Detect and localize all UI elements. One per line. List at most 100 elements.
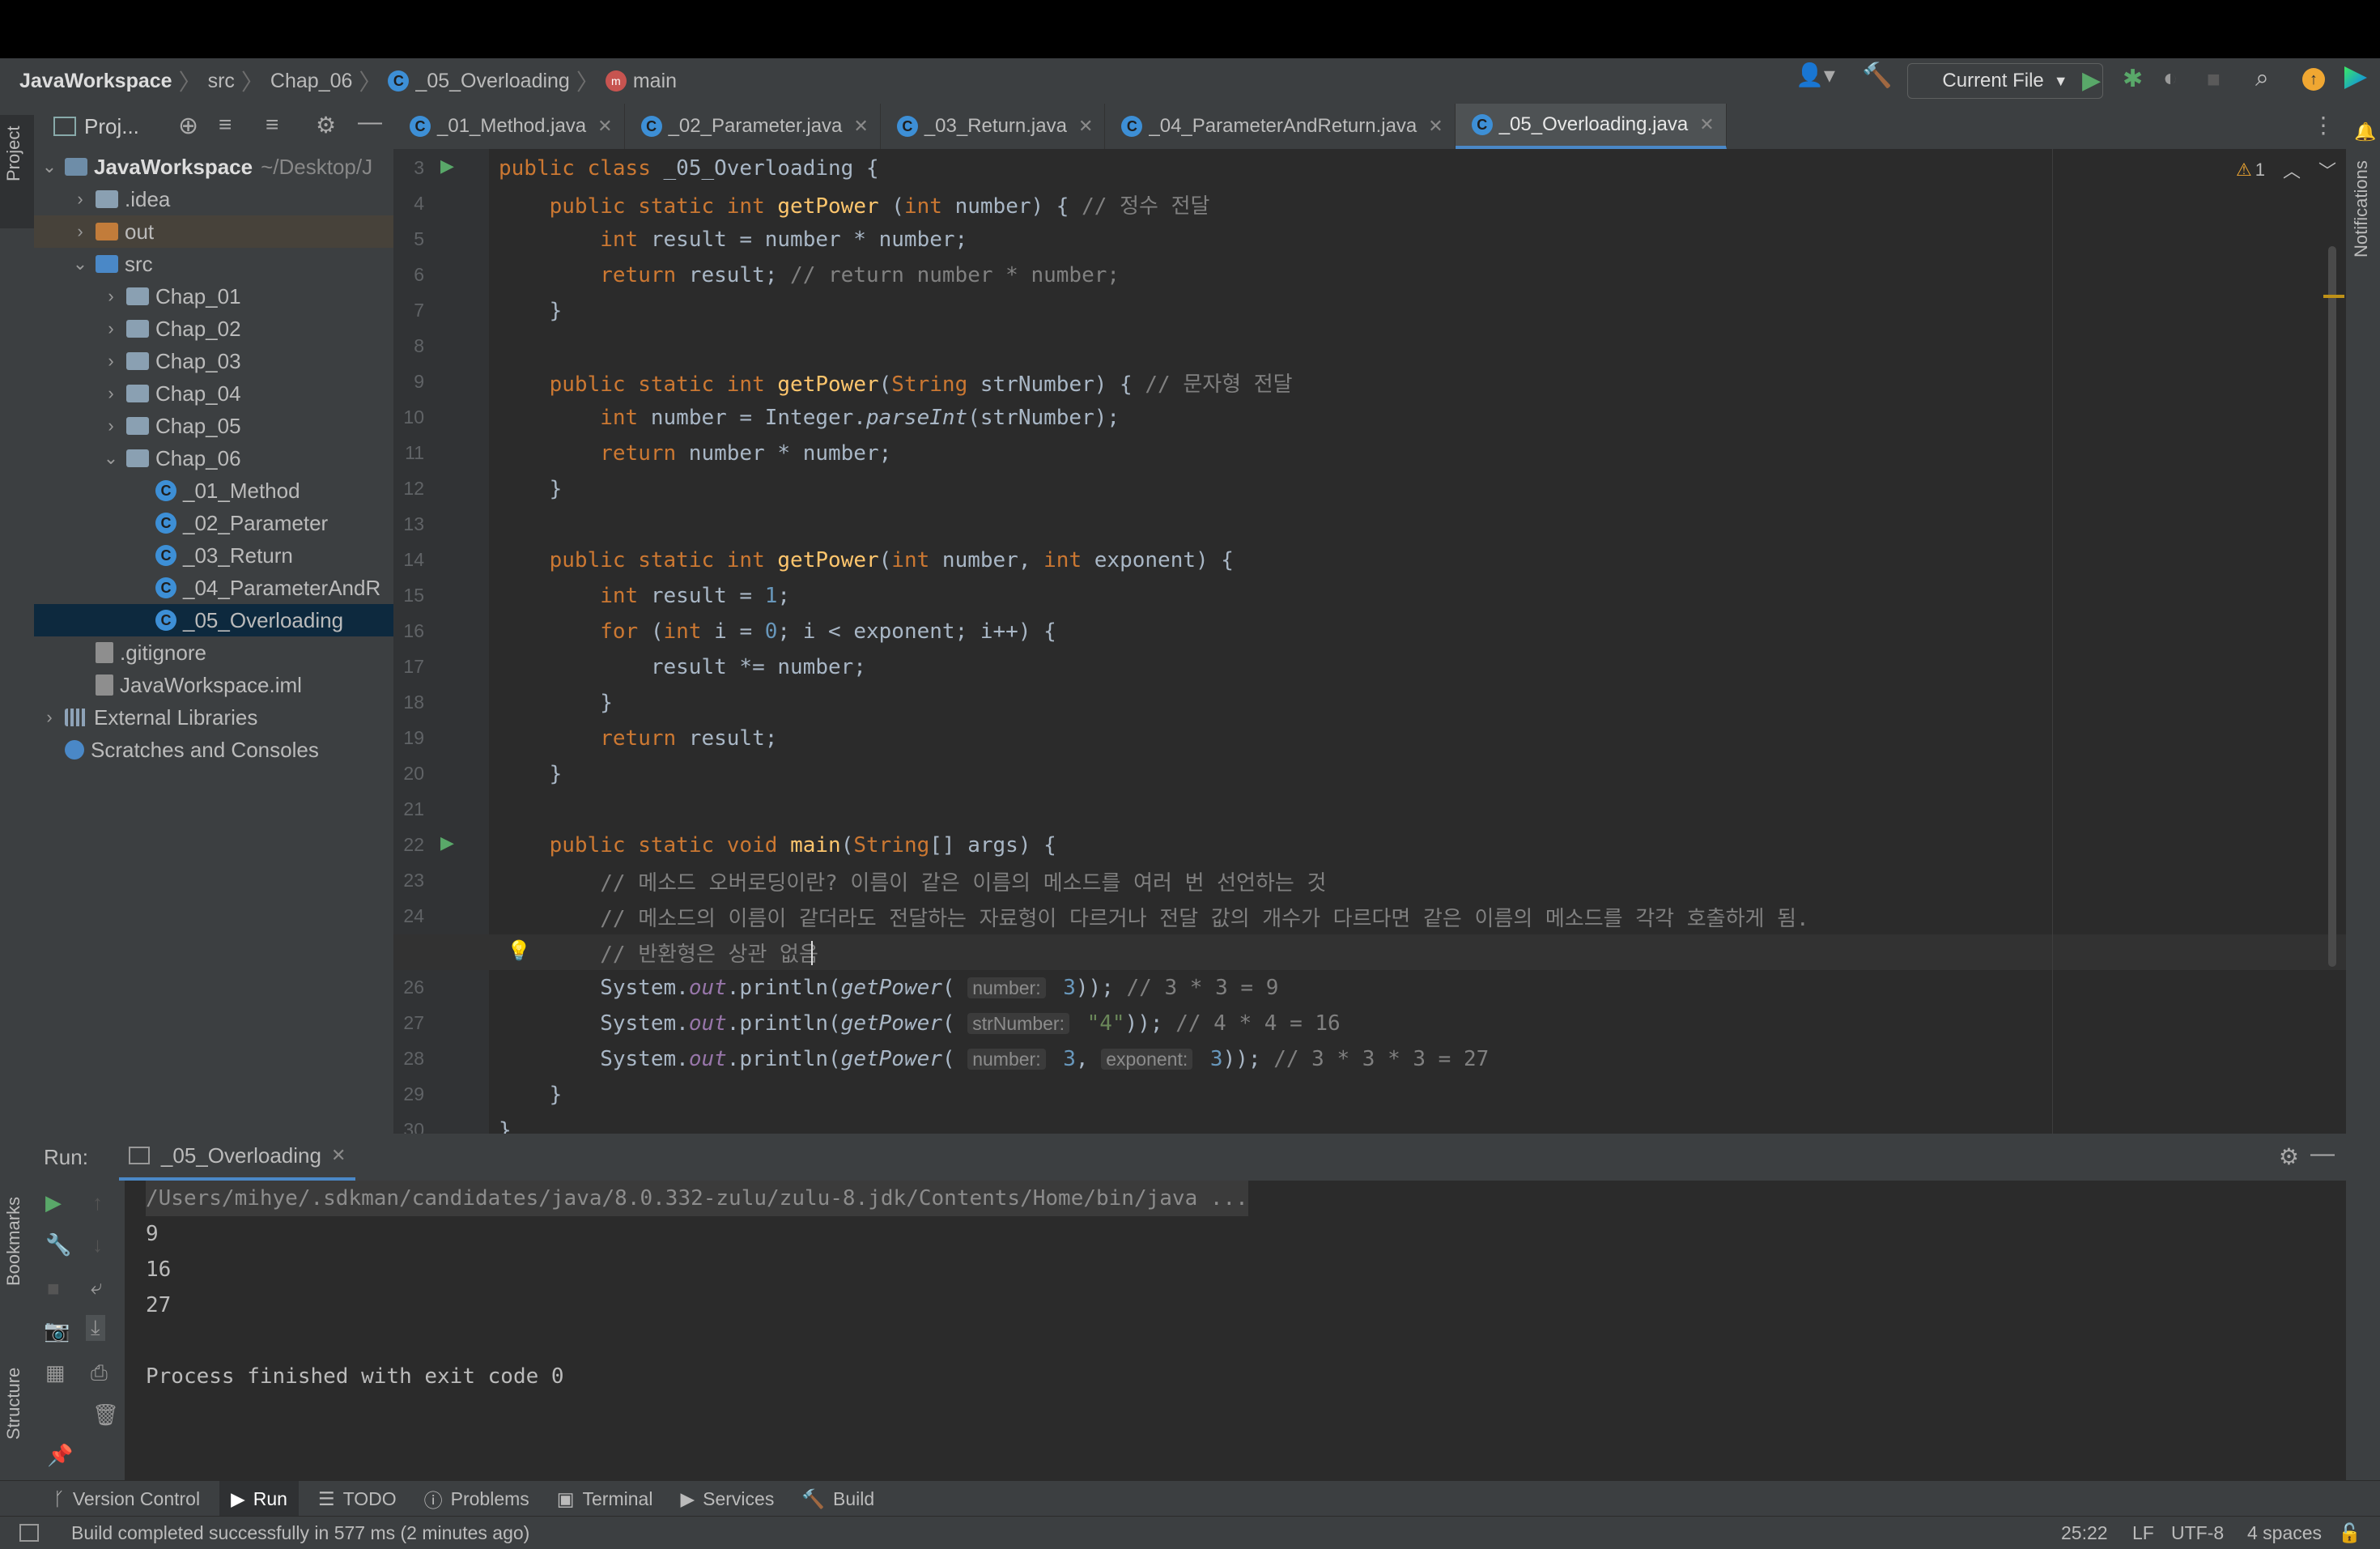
code-line[interactable]: int result = 1;	[393, 578, 2346, 614]
code-line[interactable]: public static int getPower (int number) …	[393, 186, 2346, 222]
tab-build[interactable]: 🔨 Build	[801, 1488, 874, 1510]
layout-icon[interactable]: ▦	[45, 1360, 66, 1385]
tree-item[interactable]: › out	[34, 215, 393, 248]
code-line[interactable]: return result;	[393, 721, 2346, 756]
tree-item[interactable]: › .idea	[34, 183, 393, 215]
tree-item[interactable]: ⌄ Chap_06	[34, 442, 393, 474]
tree-item[interactable]: C _05_Overloading	[34, 604, 393, 636]
tab-02-parameter[interactable]: C _02_Parameter.java ✕	[625, 104, 881, 149]
inspection-widget[interactable]: ⚠ 1 ︿ ﹀	[2236, 157, 2336, 183]
run-icon[interactable]: ▶	[2082, 66, 2101, 95]
code-editor[interactable]: 3456789101112131415161718192021222324252…	[393, 149, 2346, 1134]
tree-item[interactable]: › Chap_05	[34, 410, 393, 442]
tree-item[interactable]: .gitignore	[34, 636, 393, 669]
code-line[interactable]: System.out.println(getPower( strNumber: …	[393, 1006, 2346, 1041]
tree-item[interactable]: C _02_Parameter	[34, 507, 393, 539]
code-line[interactable]: // 메소드 오버로딩이란? 이름이 같은 이름의 메소드를 여러 번 선언하는…	[393, 863, 2346, 899]
chevron-down-icon[interactable]: ⌄	[40, 156, 58, 177]
wrench-icon[interactable]: 🔧	[45, 1232, 71, 1257]
update-icon[interactable]: ↑	[2302, 68, 2325, 91]
code-line[interactable]	[393, 329, 2346, 364]
locate-icon[interactable]: ⊕	[178, 112, 198, 140]
build-hammer-icon[interactable]: 🔨	[1862, 62, 1892, 90]
status-message[interactable]: Build completed successfully in 577 ms (…	[71, 1522, 529, 1544]
stop-icon[interactable]: ■	[47, 1276, 60, 1301]
next-highlight-icon[interactable]: ﹀	[2318, 157, 2336, 183]
scroll-to-end-icon[interactable]: ⤓	[86, 1315, 105, 1341]
code-line[interactable]: return number * number;	[393, 436, 2346, 471]
camera-icon[interactable]: 📷	[44, 1318, 70, 1343]
code-line[interactable]: }	[393, 293, 2346, 329]
tree-item[interactable]: Scratches and Consoles	[34, 734, 393, 766]
breadcrumb-item-project[interactable]: JavaWorkspace 〉	[19, 65, 208, 97]
chevron-down-icon[interactable]: ⌄	[71, 253, 89, 274]
ide-logo-icon[interactable]	[2344, 66, 2367, 89]
code-line[interactable]	[393, 507, 2346, 543]
tab-terminal[interactable]: ▣ Terminal	[557, 1488, 653, 1510]
tab-05-overloading[interactable]: C _05_Overloading.java ✕	[1455, 104, 1727, 149]
tree-item[interactable]: C _03_Return	[34, 539, 393, 572]
code-line[interactable]: }	[393, 756, 2346, 792]
pin-icon[interactable]: 📌	[47, 1443, 73, 1468]
tree-item[interactable]: › Chap_01	[34, 280, 393, 313]
breadcrumb-item-class[interactable]: C _05_Overloading 〉	[388, 65, 605, 97]
code-line[interactable]: int result = number * number;	[393, 222, 2346, 257]
previous-highlight-icon[interactable]: ︿	[2283, 157, 2301, 183]
code-line[interactable]: }	[393, 1113, 2346, 1134]
expand-all-icon[interactable]: ≡	[219, 112, 232, 138]
code-line[interactable]: for (int i = 0; i < exponent; i++) {	[393, 614, 2346, 649]
hide-panel-icon[interactable]: —	[358, 109, 382, 136]
code-line[interactable]: System.out.println(getPower( number: 3))…	[393, 970, 2346, 1006]
warning-stripe-marker[interactable]	[2323, 295, 2344, 298]
close-icon[interactable]: ✕	[853, 116, 868, 137]
tab-04-parameter-and-return[interactable]: C _04_ParameterAndReturn.java ✕	[1105, 104, 1456, 149]
breadcrumb-item-package[interactable]: Chap_06 〉	[270, 65, 389, 97]
tree-item[interactable]: ⌄ src	[34, 248, 393, 280]
tree-item[interactable]: ⌄ JavaWorkspace ~/Desktop/J	[34, 151, 393, 183]
collapse-all-icon[interactable]: ≡	[266, 112, 278, 138]
run-tab[interactable]: _05_Overloading ✕	[118, 1134, 356, 1181]
tree-item[interactable]: C _01_Method	[34, 474, 393, 507]
project-tool-label[interactable]: Project	[3, 126, 24, 181]
chevron-right-icon[interactable]: ›	[40, 707, 58, 728]
trash-icon[interactable]: 🗑	[92, 1402, 119, 1428]
close-icon[interactable]: ✕	[1699, 114, 1714, 135]
caret-position[interactable]: 25:22	[2061, 1522, 2108, 1544]
tab-version-control[interactable]: ᚴ Version Control	[53, 1488, 200, 1510]
search-icon[interactable]: ⌕	[2255, 65, 2269, 92]
bookmarks-tool-label[interactable]: Bookmarks	[3, 1197, 24, 1286]
debug-icon[interactable]: ✱	[2123, 65, 2143, 93]
run-configuration-select[interactable]: Current File ▼	[1907, 63, 2103, 99]
toggle-tool-windows-icon[interactable]	[19, 1524, 39, 1542]
lock-icon[interactable]: 🔓	[2338, 1522, 2361, 1544]
tree-item[interactable]: JavaWorkspace.iml	[34, 669, 393, 701]
code-line[interactable]: public static int getPower(String strNum…	[393, 364, 2346, 400]
more-tabs-icon[interactable]: ⋮	[2312, 112, 2335, 138]
chevron-right-icon[interactable]: ›	[102, 383, 120, 404]
print-icon[interactable]: ⎙	[91, 1360, 108, 1386]
notifications-bell-icon[interactable]: 🔔	[2354, 121, 2376, 143]
tree-item[interactable]: › Chap_03	[34, 345, 393, 377]
console-output[interactable]: /Users/mihye/.sdkman/candidates/java/8.0…	[146, 1181, 1248, 1394]
structure-tool-label[interactable]: Structure	[3, 1368, 24, 1440]
chevron-down-icon[interactable]: ⌄	[102, 448, 120, 469]
code-line[interactable]: result *= number;	[393, 649, 2346, 685]
coverage-icon[interactable]: ◐	[2163, 65, 2178, 92]
code-line[interactable]: // 반환형은 상관 없음	[393, 934, 2346, 970]
tree-item[interactable]: › Chap_04	[34, 377, 393, 410]
code-line[interactable]: }	[393, 685, 2346, 721]
tree-item[interactable]: C _04_ParameterAndR	[34, 572, 393, 604]
close-icon[interactable]: ✕	[597, 116, 612, 137]
tab-run[interactable]: ▶ Run	[219, 1481, 299, 1517]
code-line[interactable]: public static void main(String[] args) {	[393, 828, 2346, 863]
close-icon[interactable]: ✕	[1428, 116, 1443, 137]
tab-todo[interactable]: ☰ TODO	[318, 1488, 397, 1510]
intention-bulb-icon[interactable]: 💡	[507, 939, 531, 963]
file-encoding[interactable]: UTF-8	[2171, 1522, 2224, 1544]
project-view-select[interactable]: Proj...	[84, 114, 139, 139]
down-arrow-icon[interactable]: ↓	[92, 1232, 103, 1257]
breadcrumb-item-method[interactable]: m main	[605, 70, 677, 93]
indent-setting[interactable]: 4 spaces	[2247, 1522, 2322, 1544]
user-icon[interactable]: 👤▾	[1796, 62, 1835, 88]
tab-services[interactable]: ▶ Services	[680, 1488, 774, 1510]
